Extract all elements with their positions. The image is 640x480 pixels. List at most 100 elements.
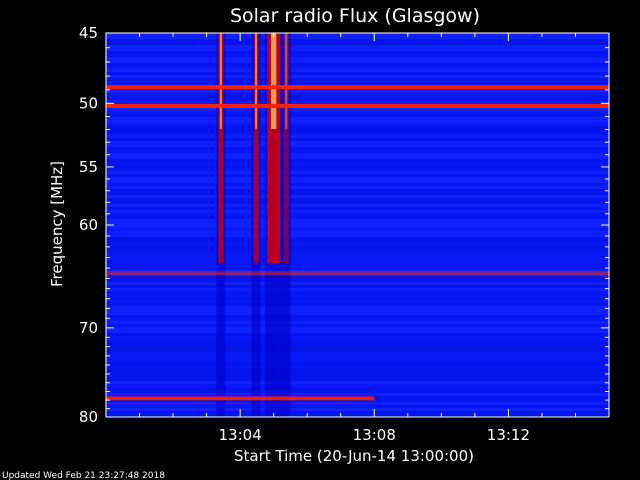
spectral-band — [106, 237, 609, 240]
spectral-band — [106, 408, 609, 411]
spectral-band — [106, 186, 609, 189]
spectral-band — [106, 345, 609, 348]
x-tick-label: 13:12 — [487, 426, 530, 444]
y-tick-label: 80 — [79, 408, 98, 426]
spectral-band — [106, 210, 609, 213]
spectral-band — [106, 381, 609, 384]
spectral-band — [106, 351, 609, 354]
spectral-band — [106, 330, 609, 333]
spectral-band — [106, 231, 609, 234]
spectral-band — [106, 384, 609, 387]
frequency-bands — [106, 33, 609, 417]
spectral-band — [106, 165, 609, 168]
spectral-band — [106, 363, 609, 366]
spectral-band — [106, 117, 609, 120]
spectral-band — [106, 120, 609, 123]
spectral-band — [106, 123, 609, 126]
spectrogram-chart: 45 50 55 60 70 80 13:04 13:08 13:12 Solar radio… — [0, 0, 640, 480]
spectral-band — [106, 96, 609, 99]
spectral-band — [106, 324, 609, 327]
burst-core — [219, 33, 222, 129]
spectral-band — [106, 291, 609, 294]
spectral-band — [106, 213, 609, 216]
spectral-band — [106, 111, 609, 114]
spectral-band — [106, 42, 609, 45]
spectral-band — [106, 303, 609, 306]
spectral-band — [106, 66, 609, 69]
spectral-band — [106, 81, 609, 84]
burst-core — [285, 33, 288, 129]
spectral-band — [106, 267, 609, 270]
spectral-band — [106, 36, 609, 39]
spectral-band — [106, 144, 609, 147]
spectral-band — [106, 288, 609, 291]
chart-title: Solar radio Flux (Glasgow) — [230, 5, 480, 27]
spectral-band — [106, 159, 609, 162]
spectral-band — [106, 354, 609, 357]
spectral-band — [106, 150, 609, 153]
spectral-band — [106, 255, 609, 258]
spectral-band — [106, 390, 609, 393]
spectral-band — [106, 93, 609, 96]
y-tick-label: 55 — [79, 158, 98, 176]
spectral-band — [106, 189, 609, 192]
spectral-band — [106, 45, 609, 48]
spectral-band — [106, 48, 609, 51]
spectral-band — [106, 225, 609, 228]
plot-area — [105, 32, 610, 418]
spectral-band — [106, 168, 609, 171]
spectral-band — [106, 171, 609, 174]
footer-updated: Updated Wed Feb 21 23:27:48 2018 — [2, 471, 165, 480]
spectral-band — [106, 378, 609, 381]
y-axis-label: Frequency [MHz] — [48, 161, 66, 287]
spectral-band — [106, 342, 609, 345]
spectral-band — [106, 51, 609, 54]
y-tick-label: 45 — [79, 24, 98, 42]
spectral-band — [106, 321, 609, 324]
spectral-band — [106, 219, 609, 222]
spectral-band — [106, 183, 609, 186]
spectral-band — [106, 315, 609, 318]
spectral-band — [106, 63, 609, 66]
spectral-band — [106, 264, 609, 267]
spectral-band — [106, 360, 609, 363]
interference-line — [106, 271, 609, 276]
spectral-band — [106, 387, 609, 390]
spectral-band — [106, 156, 609, 159]
spectral-band — [106, 297, 609, 300]
spectral-band — [106, 204, 609, 207]
x-tick-label: 13:08 — [353, 426, 396, 444]
spectral-band — [106, 207, 609, 210]
spectral-band — [106, 60, 609, 63]
spectral-band — [106, 309, 609, 312]
spectral-band — [106, 129, 609, 132]
spectral-band — [106, 372, 609, 375]
y-tick-label: 60 — [79, 216, 98, 234]
spectral-band — [106, 276, 609, 279]
spectral-band — [106, 234, 609, 237]
spectral-band — [106, 174, 609, 177]
spectral-band — [106, 177, 609, 180]
spectral-band — [106, 282, 609, 285]
y-tick-label: 70 — [79, 319, 98, 337]
spectral-band — [106, 411, 609, 414]
interference-line — [106, 396, 375, 401]
spectral-band — [106, 279, 609, 282]
spectral-band — [106, 69, 609, 72]
spectral-band — [106, 162, 609, 165]
burst-core — [270, 33, 277, 129]
spectral-band — [106, 54, 609, 57]
spectral-band — [106, 402, 609, 405]
spectral-band — [106, 180, 609, 183]
spectral-band — [106, 333, 609, 336]
spectral-band — [106, 222, 609, 225]
spectral-band — [106, 294, 609, 297]
spectral-band — [106, 141, 609, 144]
spectral-band — [106, 357, 609, 360]
spectral-band — [106, 240, 609, 243]
spectral-band — [106, 192, 609, 195]
spectral-band — [106, 114, 609, 117]
spectral-band — [106, 246, 609, 249]
spectral-band — [106, 195, 609, 198]
spectral-band — [106, 147, 609, 150]
